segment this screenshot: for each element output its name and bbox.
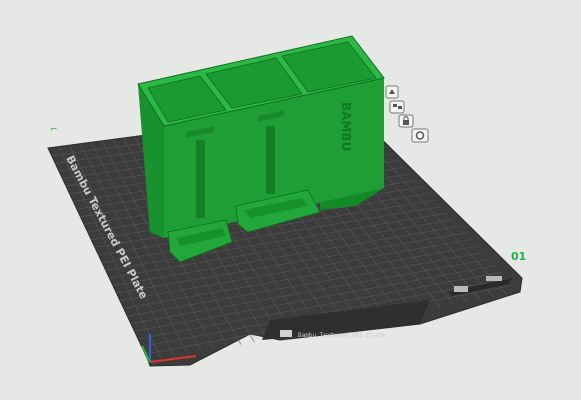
auto-orient-icon[interactable] [385, 85, 399, 99]
model-embossed-text: BAMBU [339, 102, 353, 151]
model-slot-2 [266, 126, 275, 194]
plate-corner-mark [454, 286, 468, 292]
scene-canvas[interactable]: Bambu Textured PEI Plate Bambu Textured … [0, 0, 581, 400]
plate-number[interactable]: 01 [511, 250, 526, 263]
lock-icon[interactable] [398, 114, 414, 128]
arrange-icon[interactable] [389, 100, 405, 114]
settings-icon[interactable] [411, 128, 429, 143]
plate-qr-icon [280, 330, 292, 337]
model-slot [196, 140, 205, 218]
plate-select-marker[interactable]: ⌐ [50, 125, 58, 135]
plate-toolbar [385, 85, 429, 143]
3d-viewport[interactable]: Bambu Textured PEI Plate Bambu Textured … [0, 0, 581, 400]
plate-corner-mark-2 [486, 276, 502, 281]
plate-bottom-label: Bambu Textured PEI Plate [298, 332, 385, 339]
